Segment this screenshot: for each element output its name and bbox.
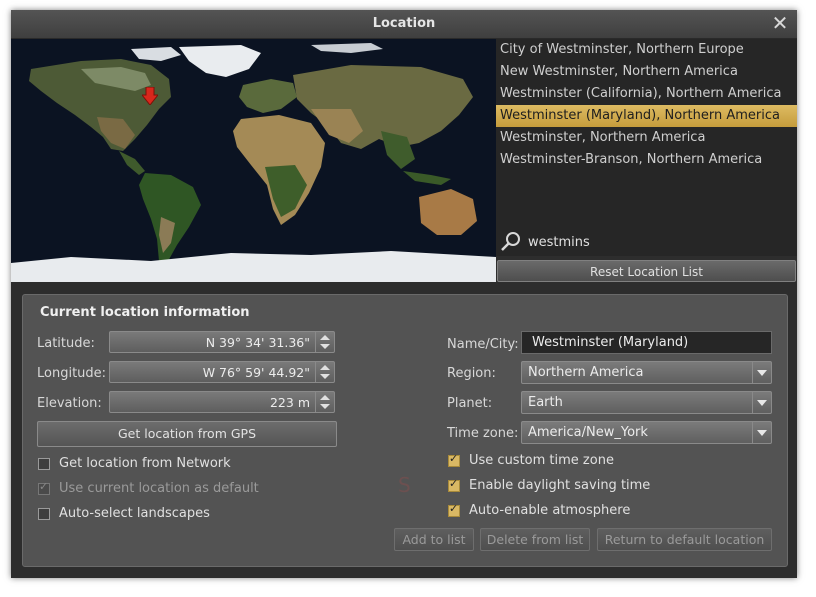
auto-atmosphere-checkbox[interactable] [448, 502, 460, 517]
auto-atmosphere-label: Auto-enable atmosphere [469, 503, 631, 518]
network-checkbox[interactable] [38, 458, 50, 470]
location-dialog: Location ✕ City of Westminster, Northern… [11, 10, 797, 578]
spin-arrows-icon[interactable] [315, 362, 334, 382]
longitude-label: Longitude: [37, 366, 107, 381]
list-item-selected[interactable]: Westminster (Maryland), Northern America [496, 105, 797, 127]
custom-timezone-label: Use custom time zone [469, 453, 614, 468]
spin-arrows-icon[interactable] [315, 332, 334, 352]
latitude-value: N 39° 34' 31.36" [205, 335, 310, 350]
search-icon [501, 232, 520, 251]
list-item[interactable]: Westminster, Northern America [496, 127, 797, 149]
watermark-glyph: S [398, 473, 411, 497]
daylight-saving-label: Enable daylight saving time [469, 478, 651, 493]
auto-landscapes-checkbox[interactable] [38, 508, 50, 520]
timezone-select[interactable]: America/New_York [521, 421, 772, 444]
timezone-value: America/New_York [528, 425, 648, 440]
spin-arrows-icon[interactable] [315, 392, 334, 412]
default-location-checkbox [38, 480, 50, 495]
longitude-spinbox[interactable]: W 76° 59' 44.92" [109, 361, 335, 383]
latitude-label: Latitude: [37, 336, 95, 351]
region-value: Northern America [528, 365, 644, 380]
chevron-down-icon[interactable] [752, 392, 771, 413]
latitude-spinbox[interactable]: N 39° 34' 31.36" [109, 331, 335, 353]
world-map[interactable] [11, 39, 496, 282]
window-title: Location [372, 16, 436, 31]
world-map-image [11, 39, 496, 282]
list-item[interactable]: Westminster (California), Northern Ameri… [496, 83, 797, 105]
close-icon[interactable]: ✕ [769, 12, 791, 34]
return-default-location-button[interactable]: Return to default location [597, 528, 772, 551]
timezone-label: Time zone: [447, 426, 519, 441]
default-location-checkbox-label: Use current location as default [59, 481, 259, 496]
elevation-value: 223 m [269, 395, 310, 410]
network-checkbox-label: Get location from Network [59, 456, 231, 471]
longitude-value: W 76° 59' 44.92" [202, 365, 310, 380]
section-title: Current location information [40, 305, 250, 320]
location-marker-icon [142, 87, 158, 105]
region-label: Region: [447, 366, 496, 381]
list-item[interactable]: City of Westminster, Northern Europe [496, 39, 797, 61]
search-input[interactable] [528, 232, 788, 252]
name-city-field[interactable]: Westminster (Maryland) [521, 331, 772, 354]
current-location-panel: Current location information Latitude: N… [22, 294, 788, 567]
planet-value: Earth [528, 395, 563, 410]
planet-select[interactable]: Earth [521, 391, 772, 414]
search-bar [496, 228, 797, 256]
delete-from-list-button[interactable]: Delete from list [480, 528, 590, 551]
custom-timezone-checkbox[interactable] [448, 452, 460, 467]
title-bar[interactable]: Location ✕ [11, 10, 797, 39]
region-select[interactable]: Northern America [521, 361, 772, 384]
get-location-gps-button[interactable]: Get location from GPS [37, 421, 337, 447]
elevation-spinbox[interactable]: 223 m [109, 391, 335, 413]
chevron-down-icon[interactable] [752, 362, 771, 383]
chevron-down-icon[interactable] [752, 422, 771, 443]
planet-label: Planet: [447, 396, 493, 411]
list-item[interactable]: New Westminster, Northern America [496, 61, 797, 83]
daylight-saving-checkbox[interactable] [448, 477, 460, 492]
reset-location-list-button[interactable]: Reset Location List [497, 260, 796, 282]
location-list[interactable]: City of Westminster, Northern Europe New… [496, 39, 797, 254]
elevation-label: Elevation: [37, 396, 102, 411]
auto-landscapes-checkbox-label: Auto-select landscapes [59, 506, 210, 521]
name-city-label: Name/City: [447, 337, 519, 352]
add-to-list-button[interactable]: Add to list [394, 528, 474, 551]
list-item[interactable]: Westminster-Branson, Northern America [496, 149, 797, 171]
